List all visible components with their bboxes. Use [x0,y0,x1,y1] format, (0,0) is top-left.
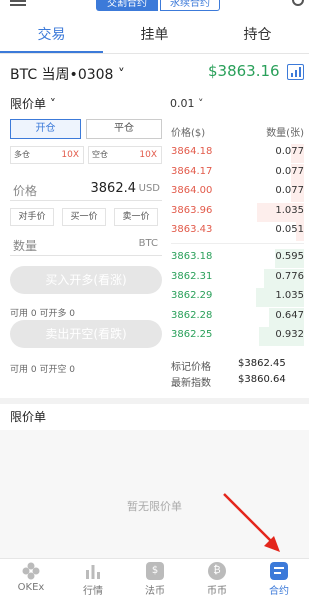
menu-icon[interactable] [10,0,26,6]
last-price: $3863.16 [208,62,280,80]
bid-row[interactable]: 3862.29 1.035 [171,288,304,307]
bid-row[interactable]: 3863.18 0.595 [171,249,304,268]
nav-coin[interactable]: ₿ 币币 [186,562,248,597]
best-bid-button[interactable]: 买一价 [62,208,106,226]
price-field[interactable]: 价格 3862.4 USD [10,177,162,201]
ask-price: 3863.96 [171,204,213,216]
ask-amount: 0.077 [275,185,304,196]
price-unit: USD [138,183,160,194]
close-position-button[interactable]: 平仓 [86,119,162,139]
kline-chart-icon[interactable] [287,64,304,80]
nav-okex-label: OKEx [17,582,45,593]
nav-coin-label: 币币 [207,586,227,597]
order-type-selector[interactable]: 限价单 ˅ [10,95,56,112]
short-leverage-label: 空仓 [92,150,108,159]
ask-price: 3864.17 [171,165,213,177]
mark-price-label: 标记价格 [171,362,211,373]
tabs-divider [0,53,309,54]
orderbook-divider [171,243,304,244]
tab-trade[interactable]: 交易 [0,24,103,46]
sell-short-button[interactable]: 卖出开空(看跌) [10,320,162,348]
ask-row[interactable]: 3864.18 0.077 [171,144,304,163]
bid-price: 3862.29 [171,290,213,301]
segment-perpetual-contract[interactable]: 永续合约 [160,0,220,11]
ask-amount: 0.051 [275,224,304,235]
price-value[interactable]: 3862.4 [91,181,137,196]
okex-logo-icon [22,562,40,580]
contract-icon [270,562,288,580]
bid-amount: 0.932 [275,329,304,340]
open-position-button[interactable]: 开仓 [10,119,81,139]
bid-row[interactable]: 3862.31 0.776 [171,268,304,288]
index-price-value: $3860.64 [238,374,286,385]
buy-available-text: 可用 0 可开多 0 [10,309,76,319]
short-leverage-value: 10X [139,150,157,160]
nav-fiat[interactable]: $ 法币 [124,562,186,597]
nav-market[interactable]: 行情 [62,562,124,597]
bid-amount: 0.647 [275,309,304,321]
bid-price: 3862.28 [171,309,213,321]
nav-fiat-label: 法币 [145,586,165,597]
index-price-label: 最新指数 [171,378,211,389]
bid-price: 3863.18 [171,251,213,262]
fiat-icon: $ [146,562,164,580]
ask-amount: 0.077 [275,146,304,157]
sell-available-text: 可用 0 可开空 0 [10,365,76,375]
mark-price-value: $3862.45 [238,358,286,369]
long-leverage-selector[interactable]: 多仓 10X [10,146,84,164]
nav-contract-label: 合约 [269,586,289,597]
tab-orders[interactable]: 挂单 [103,24,206,46]
ask-row[interactable]: 3863.43 0.051 [171,222,304,241]
ask-row[interactable]: 3864.17 0.077 [171,163,304,183]
ask-amount: 1.035 [275,204,304,216]
coin-icon: ₿ [208,562,226,580]
orderbook-amount-header: 数量(张) [266,128,304,139]
buy-long-button[interactable]: 买入开多(看涨) [10,266,162,294]
annotation-arrow-icon [223,493,280,552]
best-ask-button[interactable]: 卖一价 [114,208,158,226]
short-leverage-selector[interactable]: 空仓 10X [88,146,162,164]
counterparty-price-button[interactable]: 对手价 [10,208,54,226]
ask-row[interactable]: 3863.96 1.035 [171,202,304,222]
contract-selector[interactable]: BTC 当周•0308 ˅ [10,64,125,84]
ask-price: 3863.43 [171,224,213,235]
search-icon[interactable] [292,0,304,6]
ask-row[interactable]: 3864.00 0.077 [171,183,304,202]
segment-delivery-contract[interactable]: 交割合约 [96,0,158,11]
bid-row[interactable]: 3862.28 0.647 [171,307,304,327]
long-leverage-value: 10X [61,150,79,160]
ask-price: 3864.18 [171,146,213,157]
bar-chart-icon [84,562,102,580]
limit-orders-title: 限价单 [10,410,47,424]
bid-amount: 1.035 [275,290,304,301]
quantity-label: 数量 [13,239,38,253]
section-separator [0,398,309,404]
bid-amount: 0.595 [275,251,304,262]
bid-price: 3862.31 [171,270,213,282]
bid-price: 3862.25 [171,329,213,340]
tab-positions[interactable]: 持仓 [206,24,309,46]
precision-selector[interactable]: 0.01 ˅ [170,97,204,110]
quantity-field[interactable]: 数量 BTC [10,232,162,256]
long-leverage-label: 多仓 [14,150,30,159]
nav-okex[interactable]: OKEx [0,562,62,593]
nav-contract[interactable]: 合约 [248,562,309,597]
bid-amount: 0.776 [275,270,304,282]
quantity-unit: BTC [138,238,158,249]
ask-amount: 0.077 [275,165,304,177]
ask-price: 3864.00 [171,185,213,196]
nav-market-label: 行情 [83,586,103,597]
price-label: 价格 [13,184,38,198]
orderbook-price-header: 价格($) [171,128,206,139]
bid-row[interactable]: 3862.25 0.932 [171,327,304,346]
